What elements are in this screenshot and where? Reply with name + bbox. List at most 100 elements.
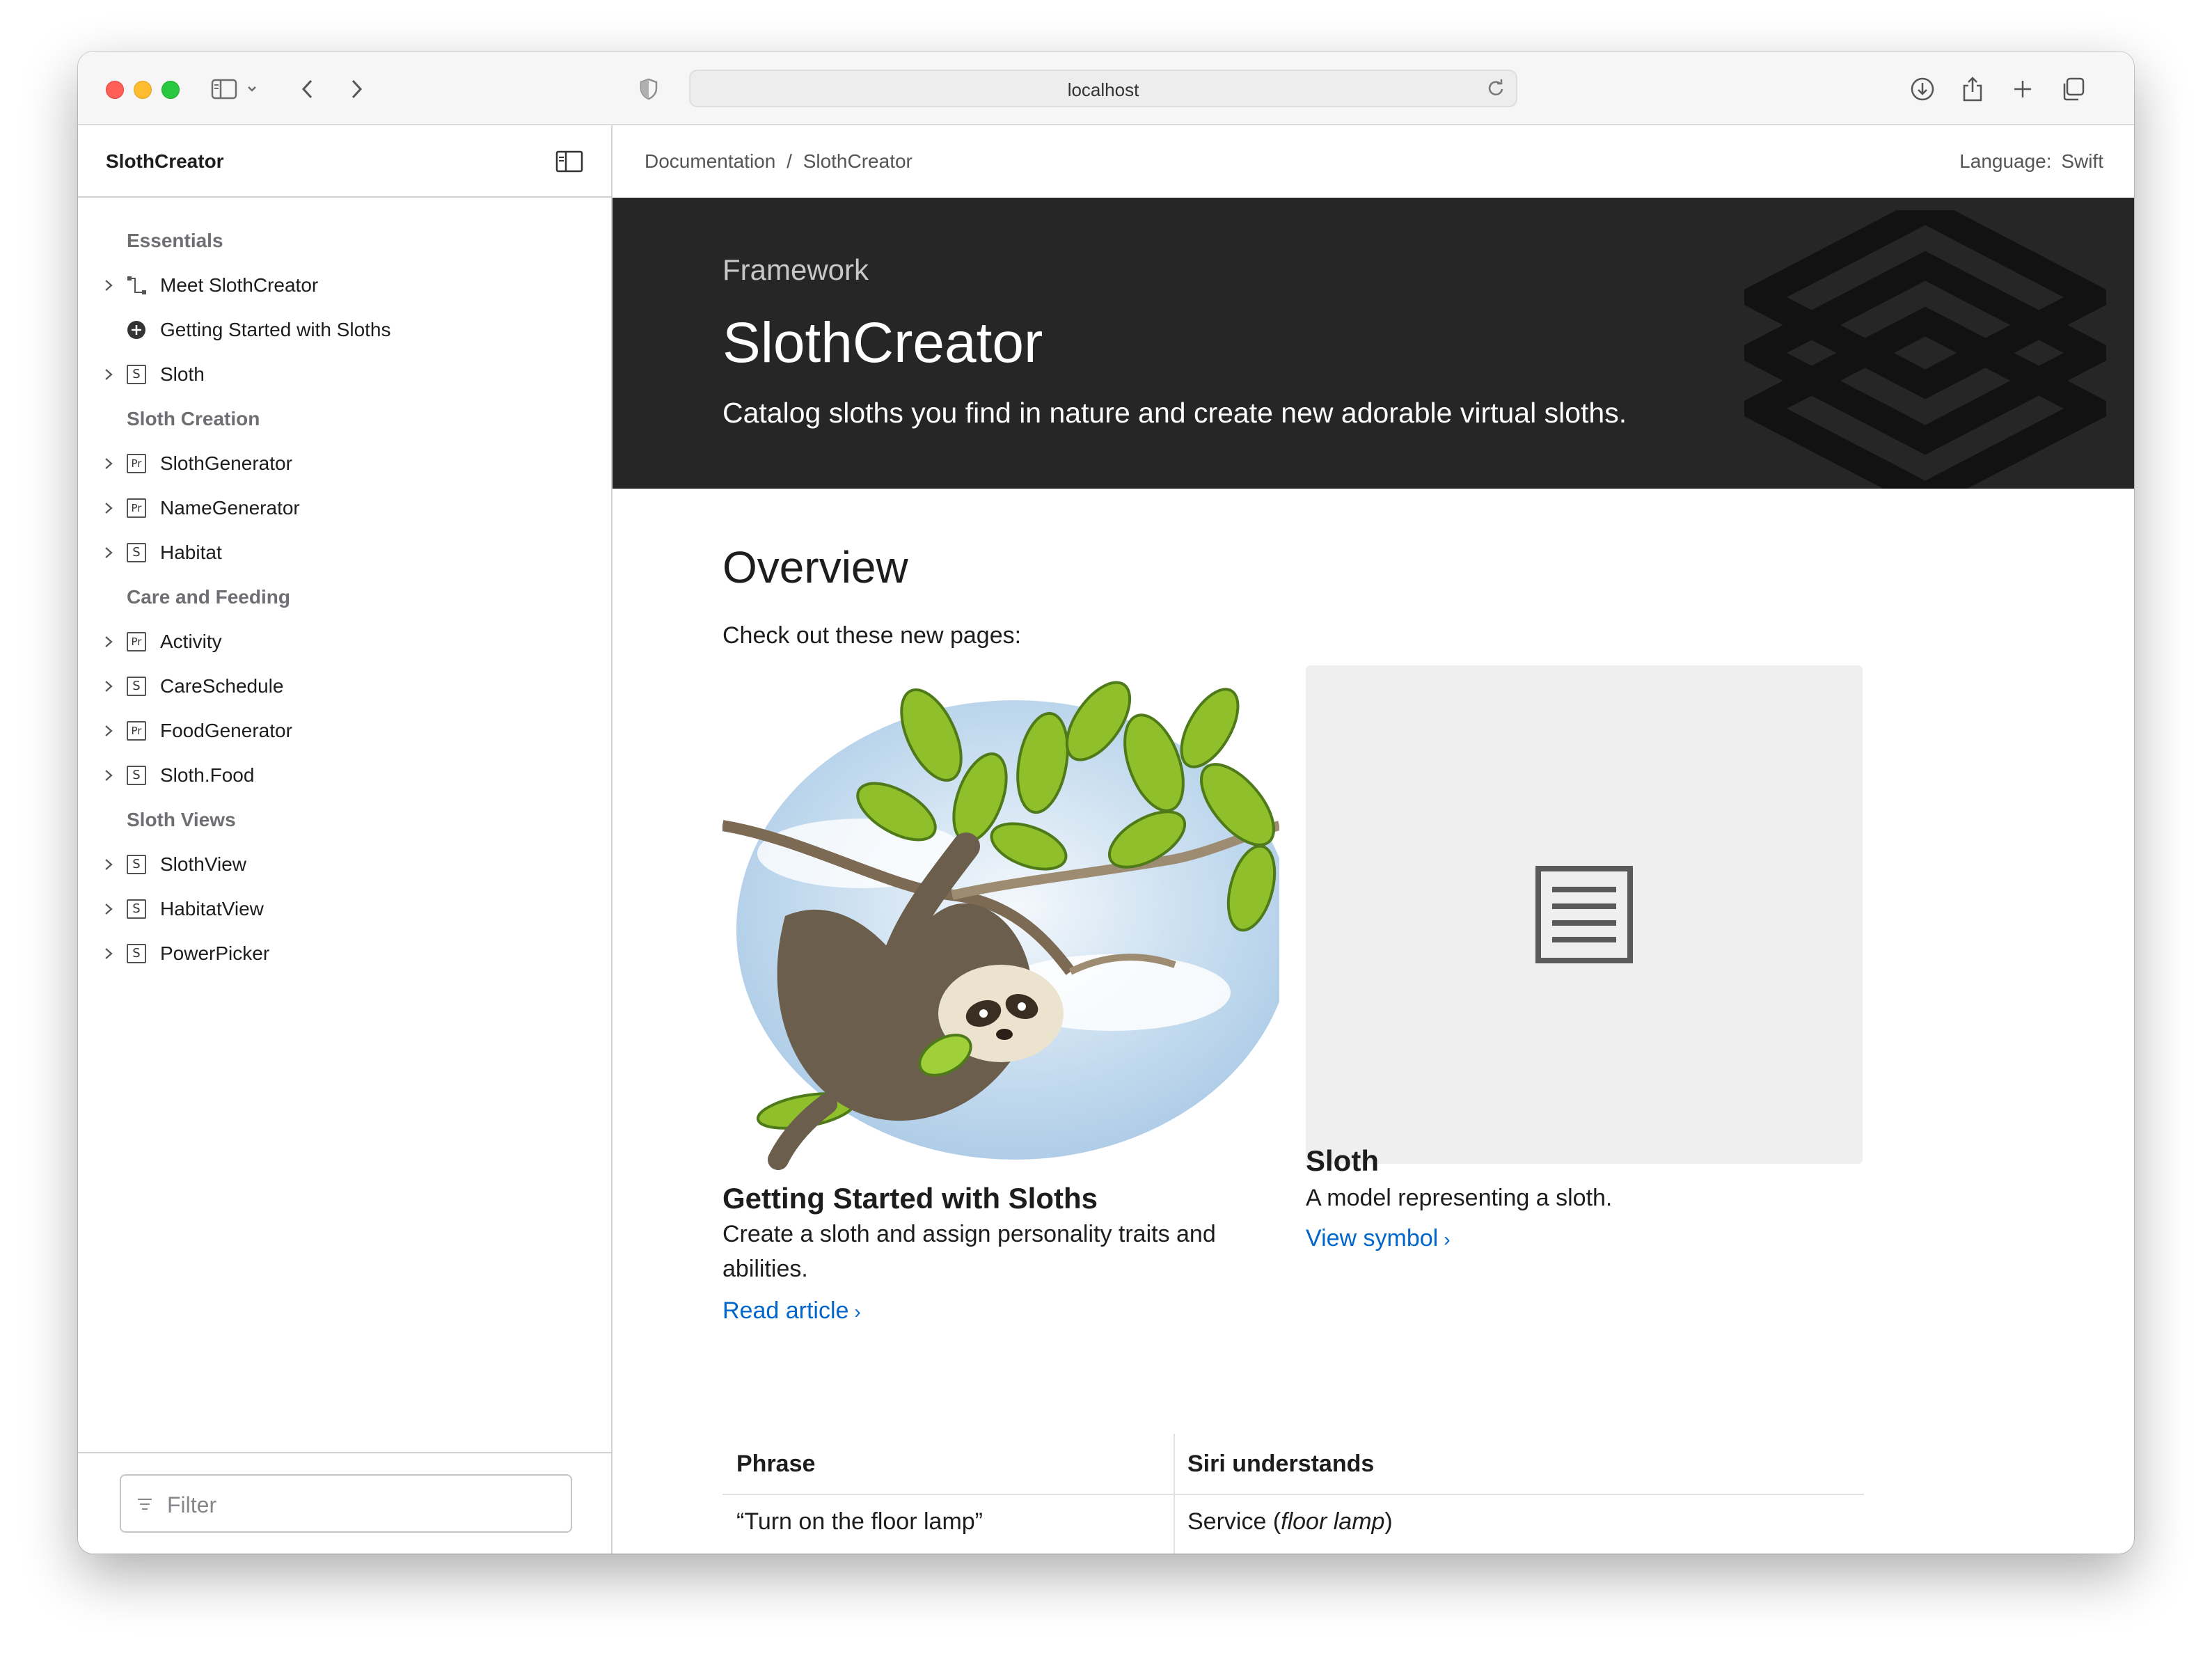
read-article-link[interactable]: Read article › [722,1297,861,1325]
reload-icon[interactable] [1485,78,1506,99]
chevron-right-icon: › [1444,1229,1451,1250]
forward-icon[interactable] [340,72,373,106]
chevron-right-icon[interactable] [103,368,114,381]
minimize-window-button[interactable] [134,81,152,99]
nav-item-careschedule[interactable]: S CareSchedule [78,664,611,709]
share-icon[interactable] [1956,72,1989,106]
nav-item-namegenerator[interactable]: Pr NameGenerator [78,486,611,530]
article-icon [127,321,145,339]
sidebar-toggle-icon[interactable] [207,72,241,106]
chevron-right-icon[interactable] [103,546,114,560]
table-header-siri: Siri understands [1187,1451,1375,1477]
card-title-getting-started[interactable]: Getting Started with Sloths [722,1182,1098,1215]
back-icon[interactable] [291,72,324,106]
nav-item-label: Sloth.Food [160,764,255,786]
sidebar-title[interactable]: SlothCreator [106,150,224,173]
sloth-illustration[interactable] [722,665,1279,1174]
card-abstract: Create a sloth and assign personality tr… [722,1221,1216,1282]
protocol-icon: Pr [127,632,146,652]
chevron-right-icon[interactable] [103,635,114,649]
tutorial-icon [127,276,146,294]
navigator-tree: Essentials Meet SlothCreator Getting Sta… [78,198,611,976]
browser-toolbar: localhost [78,52,2134,125]
sidebar-footer: Filter [78,1452,611,1554]
chevron-right-icon[interactable] [103,457,114,471]
chevron-down-icon[interactable] [244,72,260,106]
zoom-window-button[interactable] [161,81,180,99]
close-window-button[interactable] [106,81,124,99]
nav-item-label: Sloth [160,363,205,385]
new-tab-icon[interactable] [2006,72,2039,106]
siri-em: floor lamp [1281,1508,1385,1535]
tab-overview-icon[interactable] [2056,72,2089,106]
card-abstract: A model representing a sloth. [1306,1185,1613,1211]
nav-item-getting-started[interactable]: Getting Started with Sloths [78,308,611,352]
chevron-right-icon[interactable] [103,768,114,782]
protocol-icon: Pr [127,454,146,473]
card-title-sloth[interactable]: Sloth [1306,1144,1379,1178]
main-content: Documentation / SlothCreator Language: S… [613,125,2134,1554]
hero-eyebrow: Framework [722,253,869,286]
protocol-icon: Pr [127,498,146,518]
downloads-icon[interactable] [1906,72,1939,106]
filter-input[interactable]: Filter [120,1474,572,1533]
navigator-sidebar: SlothCreator Essentials Meet SlothCreato… [78,125,613,1554]
view-symbol-link[interactable]: View symbol › [1306,1225,1451,1252]
hero-title: SlothCreator [722,311,1043,374]
overview-intro: Check out these new pages: [722,622,1022,649]
struct-icon: S [127,855,146,874]
breadcrumb-current: SlothCreator [803,150,913,172]
language-value[interactable]: Swift [2061,150,2103,172]
breadcrumb-documentation[interactable]: Documentation [645,150,775,172]
chevron-right-icon[interactable] [103,902,114,916]
framework-layers-icon [1744,210,2106,489]
address-bar[interactable]: localhost [689,70,1517,107]
chevron-right-icon[interactable] [103,278,114,292]
document-icon [1535,866,1633,963]
language-toggle[interactable]: Language: Swift [1959,150,2103,173]
nav-group-heading: Care and Feeding [127,586,290,608]
nav-item-activity[interactable]: Pr Activity [78,619,611,664]
nav-item-label: PowerPicker [160,942,270,964]
breadcrumb: Documentation / SlothCreator [645,150,913,173]
nav-item-label: CareSchedule [160,675,284,697]
privacy-shield-icon[interactable] [632,72,665,106]
chevron-right-icon: › [854,1301,861,1323]
table-cell-siri: Service (floor lamp) [1187,1494,1393,1549]
sloth-symbol-placeholder[interactable] [1306,665,1863,1164]
nav-item-slothview[interactable]: S SlothView [78,842,611,887]
protocol-icon: Pr [127,721,146,741]
nav-item-meet-slothcreator[interactable]: Meet SlothCreator [78,263,611,308]
nav-item-habitatview[interactable]: S HabitatView [78,887,611,931]
chevron-right-icon[interactable] [103,501,114,515]
struct-icon: S [127,543,146,562]
nav-item-label: Activity [160,631,222,652]
nav-group-heading: Sloth Creation [127,408,260,429]
nav-item-powerpicker[interactable]: S PowerPicker [78,931,611,976]
struct-icon: S [127,677,146,696]
chevron-right-icon[interactable] [103,858,114,871]
struct-icon: S [127,899,146,919]
nav-item-label: SlothGenerator [160,452,292,474]
close-sidebar-icon[interactable] [555,150,583,173]
link-label: Read article [722,1297,849,1324]
table-header-phrase: Phrase [736,1451,816,1477]
hero-abstract: Catalog sloths you find in nature and cr… [722,397,1627,429]
chevron-right-icon[interactable] [103,679,114,693]
nav-item-label: Habitat [160,542,222,563]
nav-item-sloth-food[interactable]: S Sloth.Food [78,753,611,798]
filter-icon [138,1499,152,1510]
language-label: Language: [1959,150,2052,172]
nav-item-label: FoodGenerator [160,720,292,741]
chevron-right-icon[interactable] [103,947,114,961]
siri-prefix: Service ( [1187,1508,1281,1535]
nav-item-slothgenerator[interactable]: Pr SlothGenerator [78,441,611,486]
nav-item-habitat[interactable]: S Habitat [78,530,611,575]
chevron-right-icon[interactable] [103,724,114,738]
nav-item-foodgenerator[interactable]: Pr FoodGenerator [78,709,611,753]
nav-group-heading: Essentials [127,230,223,251]
nav-item-sloth[interactable]: S Sloth [78,352,611,397]
sidebar-header: SlothCreator [78,125,611,198]
breadcrumb-bar: Documentation / SlothCreator Language: S… [613,125,2134,198]
framework-hero: Framework SlothCreator Catalog sloths yo… [613,198,2134,489]
